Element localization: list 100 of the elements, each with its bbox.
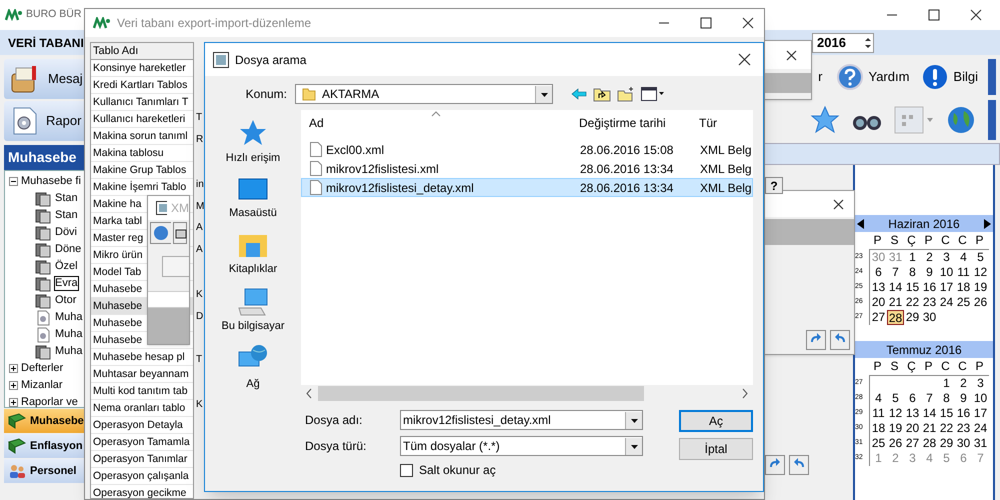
- calendar-day[interactable]: 11: [955, 265, 972, 280]
- place-item[interactable]: Ağ: [237, 344, 269, 392]
- place-item[interactable]: Bu bilgisayar: [222, 288, 284, 334]
- calendar-day[interactable]: 8: [938, 391, 955, 406]
- calendar-day[interactable]: 17: [938, 280, 955, 295]
- file-row[interactable]: mikrov12fislistesi_detay.xml 28.06.2016 13:34 XML Belg: [301, 178, 753, 197]
- undo-icon[interactable]: [830, 330, 850, 350]
- list-row[interactable]: Operasyon Tanımlar: [91, 451, 193, 468]
- dropdown-caret-icon[interactable]: [535, 86, 552, 102]
- new-folder-icon[interactable]: [617, 86, 635, 102]
- tree-item[interactable]: Döne: [54, 242, 82, 257]
- list-row[interactable]: Nema oranları tablo: [91, 400, 193, 417]
- menu-item[interactable]: VERİ TABANI: [8, 34, 84, 52]
- calendar-day[interactable]: 9: [955, 391, 972, 406]
- calendar-day[interactable]: 15: [904, 280, 921, 295]
- calendar-day[interactable]: 30: [870, 250, 887, 265]
- tree-item[interactable]: Muha: [54, 327, 84, 342]
- maximize-icon[interactable]: [928, 9, 940, 21]
- calendar-day[interactable]: 12: [972, 265, 989, 280]
- close-icon[interactable]: [833, 198, 844, 210]
- calendar-day[interactable]: 24: [938, 295, 955, 310]
- file-row[interactable]: mikrov12fislistesi.xml 28.06.2016 13:34 XML Belg: [301, 159, 753, 178]
- undo-icon[interactable]: [789, 455, 809, 475]
- calendar-day[interactable]: 4: [921, 451, 938, 466]
- tree-item[interactable]: Stan: [54, 191, 79, 206]
- calendar-day[interactable]: 21: [887, 295, 904, 310]
- calendar-day[interactable]: 29: [938, 436, 955, 451]
- calendar-day[interactable]: 9: [921, 265, 938, 280]
- calendar-day[interactable]: 7: [921, 391, 938, 406]
- calendar-day[interactable]: 25: [870, 436, 887, 451]
- list-row[interactable]: Kredi Kartları Tablos: [91, 77, 193, 94]
- calendar-day[interactable]: 27: [904, 436, 921, 451]
- toolbar-grip[interactable]: [988, 100, 996, 140]
- tree-item[interactable]: Otor: [54, 293, 78, 308]
- file-row[interactable]: Excl00.xml 28.06.2016 15:08 XML Belg: [301, 140, 753, 159]
- tree-item[interactable]: Muha: [54, 344, 84, 359]
- expand-icon[interactable]: [9, 381, 18, 390]
- calendar-day[interactable]: 3: [972, 376, 989, 391]
- list-row[interactable]: Kullanıcı Tanımları T: [91, 94, 193, 111]
- maximize-icon[interactable]: [700, 17, 712, 29]
- list-row[interactable]: Makina tablosu: [91, 145, 193, 162]
- info-icon[interactable]: [921, 63, 950, 91]
- tree-item[interactable]: Evra: [54, 276, 79, 291]
- place-item[interactable]: Kitaplıklar: [228, 231, 278, 278]
- star-icon[interactable]: [238, 118, 268, 148]
- filename-field[interactable]: mikrov12fislistesi_detay.xml: [400, 410, 643, 430]
- tree-item[interactable]: Özel: [54, 259, 79, 274]
- toolbar-grip[interactable]: [988, 59, 996, 95]
- calendar-day[interactable]: 10: [938, 265, 955, 280]
- computer-icon[interactable]: [236, 288, 269, 316]
- calendar-day[interactable]: 30: [921, 310, 938, 325]
- dialog-button[interactable]: İptal: [679, 438, 753, 460]
- list-row[interactable]: Operasyon çalışanla: [91, 468, 193, 485]
- calendar-day[interactable]: 11: [870, 406, 887, 421]
- calendar-day[interactable]: 23: [955, 421, 972, 436]
- help-icon[interactable]: [150, 222, 172, 244]
- dropdown-caret-icon[interactable]: [625, 412, 642, 428]
- tree-item[interactable]: Stan: [54, 208, 79, 223]
- calendar-day[interactable]: 26: [887, 436, 904, 451]
- dropdown-caret-icon[interactable]: [625, 438, 642, 454]
- calendar-day[interactable]: 20: [904, 421, 921, 436]
- calendar-day[interactable]: 4: [870, 391, 887, 406]
- globe-icon[interactable]: [946, 105, 976, 135]
- previous-month-icon[interactable]: [857, 218, 864, 228]
- calendar-day[interactable]: 6: [870, 265, 887, 280]
- list-row[interactable]: Konsinye hareketler: [91, 60, 193, 77]
- close-icon[interactable]: [786, 50, 797, 60]
- calendar-day[interactable]: 28: [921, 436, 938, 451]
- tree-item[interactable]: Muhasebe fi: [21, 173, 81, 190]
- calendar-day[interactable]: 10: [972, 391, 989, 406]
- calendar-day[interactable]: 2: [887, 451, 904, 466]
- list-row[interactable]: Multi kod tanıtım tab: [91, 383, 193, 400]
- toolbar-button[interactable]: Yardım: [834, 59, 912, 95]
- calendar-day[interactable]: 12: [887, 406, 904, 421]
- list-row[interactable]: Muhtasar beyannam: [91, 366, 193, 383]
- calendar-day[interactable]: 31: [887, 250, 904, 265]
- filetype-dropdown[interactable]: Tüm dosyalar (*.*): [400, 436, 643, 456]
- calendar-day[interactable]: 5: [938, 451, 955, 466]
- tree-item[interactable]: Raporlar ve: [21, 394, 78, 411]
- star-icon[interactable]: [810, 105, 840, 135]
- location-dropdown[interactable]: AKTARMA: [295, 84, 553, 104]
- calendar-day[interactable]: 20: [870, 295, 887, 310]
- column-header[interactable]: Tür: [691, 114, 753, 132]
- tree-item[interactable]: Mizanlar: [21, 377, 63, 394]
- refresh-icon[interactable]: [806, 330, 826, 350]
- tree-item[interactable]: Defterler: [21, 360, 64, 377]
- calendar-day[interactable]: 4: [955, 250, 972, 265]
- refresh-icon[interactable]: [765, 455, 785, 475]
- keyboard-icon[interactable]: [173, 222, 187, 244]
- calendar-day[interactable]: 6: [955, 451, 972, 466]
- scroll-thumb[interactable]: [318, 386, 644, 401]
- calendar-day[interactable]: 1: [904, 250, 921, 265]
- toolbar-button[interactable]: Bilgi: [919, 59, 980, 95]
- list-row[interactable]: Operasyon Detayla: [91, 417, 193, 434]
- column-header[interactable]: Değiştirme tarihi: [571, 114, 691, 132]
- close-icon[interactable]: [742, 17, 754, 29]
- calendar-day[interactable]: 15: [938, 406, 955, 421]
- calendar-day[interactable]: 22: [938, 421, 955, 436]
- expand-icon[interactable]: [9, 364, 18, 373]
- calendar-day[interactable]: 23: [921, 295, 938, 310]
